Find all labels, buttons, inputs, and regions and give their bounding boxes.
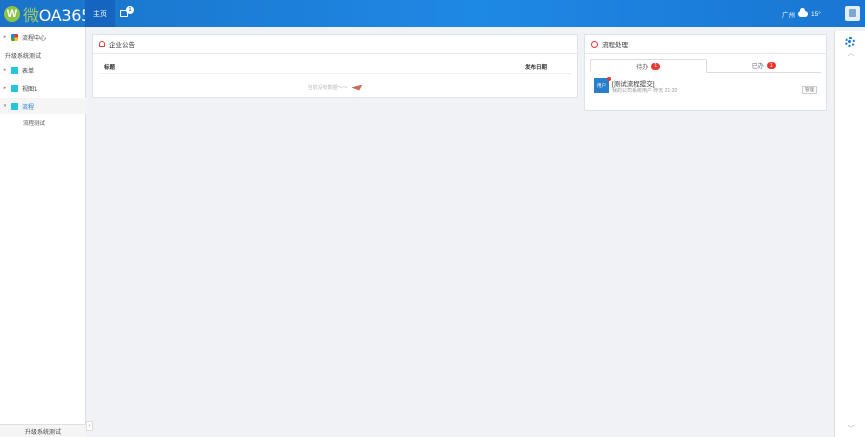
logo[interactable]: W 微OA365 bbox=[4, 2, 91, 26]
right-rail: ︿ ﹀ bbox=[834, 31, 865, 437]
chevron-right-icon: ▸ bbox=[3, 34, 7, 40]
empty-text: 当前没有数据～～ bbox=[307, 85, 348, 91]
paper-plane-icon bbox=[351, 84, 363, 91]
clock-icon bbox=[591, 40, 598, 48]
sidebar-item-label: 流程 bbox=[22, 104, 35, 111]
chevron-down-icon[interactable]: ﹀ bbox=[846, 424, 856, 434]
folder-icon bbox=[11, 84, 18, 92]
folder-icon bbox=[11, 102, 18, 110]
sidebar-item-flow-center[interactable]: ▸ 流程中心 bbox=[0, 29, 86, 45]
bell-icon bbox=[99, 41, 105, 47]
sidebar-footer[interactable]: 升级系统测试 bbox=[0, 424, 86, 437]
tab-done[interactable]: 已办 1 bbox=[707, 59, 822, 72]
flow-tabs: 待办 1 已办 1 bbox=[590, 59, 821, 73]
nav-home-tab[interactable]: 主页 bbox=[85, 0, 115, 27]
user-icon[interactable] bbox=[845, 6, 860, 21]
manage-button[interactable]: 管理 bbox=[802, 86, 817, 94]
column-date: 发布日期 bbox=[524, 65, 547, 71]
tab-label: 待办 bbox=[636, 64, 649, 71]
folder-icon bbox=[11, 66, 18, 74]
announcement-panel: 企业公告 标题 发布日期 当前没有数据～～ bbox=[92, 34, 578, 98]
panel-title: 流程处理 bbox=[602, 42, 628, 49]
task-meta: 我的公司系统用户 昨天 21:20 bbox=[612, 88, 678, 94]
logo-badge: W bbox=[4, 6, 20, 22]
sidebar-item-label: 表单 bbox=[22, 68, 35, 75]
logo-text: 微OA365 bbox=[23, 2, 91, 26]
weather-widget: 广州 15° bbox=[782, 8, 821, 19]
weather-temp: 15° bbox=[811, 10, 821, 18]
sidebar-item-view[interactable]: ▸ 视图1 bbox=[0, 80, 86, 96]
count-badge: 1 bbox=[651, 62, 661, 70]
chevron-right-icon: ▸ bbox=[3, 67, 7, 73]
sidebar-item-form[interactable]: ▸ 表单 bbox=[0, 62, 86, 78]
tab-label: 已办 bbox=[751, 64, 764, 70]
count-badge: 1 bbox=[766, 62, 776, 69]
panel-header: 企业公告 bbox=[93, 35, 577, 54]
list-item[interactable]: 用户 [测试流程提交] 我的公司系统用户 昨天 21:20 管理 bbox=[594, 77, 817, 98]
top-bar: W 微OA365 主页 1 广州 15° bbox=[0, 0, 865, 27]
empty-state: 当前没有数据～～ bbox=[93, 84, 577, 91]
sidebar: ▸ 流程中心 升级系统测试 ▸ 表单 ▸ 视图1 ▾ 流程 流程测试 升级系统测… bbox=[0, 27, 86, 437]
message-badge: 1 bbox=[126, 6, 134, 14]
weather-city: 广州 bbox=[782, 12, 795, 19]
panel-header: 流程处理 bbox=[585, 35, 826, 54]
logo-brand: OA365 bbox=[38, 6, 92, 25]
cloud-icon bbox=[798, 8, 808, 17]
chevron-right-icon: ▸ bbox=[3, 85, 7, 91]
sidebar-item-label: 视图1 bbox=[22, 86, 38, 93]
gear-icon[interactable] bbox=[845, 37, 855, 47]
apps-icon bbox=[11, 33, 18, 41]
chevron-up-icon[interactable]: ︿ bbox=[846, 48, 856, 58]
message-icon[interactable]: 1 bbox=[120, 6, 134, 21]
chevron-down-icon: ▾ bbox=[3, 103, 7, 109]
panel-title: 企业公告 bbox=[109, 42, 135, 49]
sidebar-collapse-button[interactable]: ‹ bbox=[86, 421, 93, 431]
logo-prefix: 微 bbox=[23, 6, 39, 25]
column-title: 标题 bbox=[104, 65, 116, 71]
flow-panel: 流程处理 待办 1 已办 1 用户 [测试流程提交] 我的公司系统用户 昨天 2… bbox=[584, 34, 827, 111]
sidebar-subitem-flow-test[interactable]: 流程测试 bbox=[23, 119, 45, 127]
unread-dot bbox=[607, 77, 611, 81]
tab-todo[interactable]: 待办 1 bbox=[590, 59, 707, 73]
sidebar-item-label: 流程中心 bbox=[22, 35, 47, 42]
divider bbox=[99, 73, 571, 74]
sidebar-item-flow[interactable]: ▾ 流程 bbox=[0, 98, 86, 114]
table-header: 标题 发布日期 bbox=[104, 63, 547, 71]
sidebar-group-title: 升级系统测试 bbox=[5, 54, 42, 60]
